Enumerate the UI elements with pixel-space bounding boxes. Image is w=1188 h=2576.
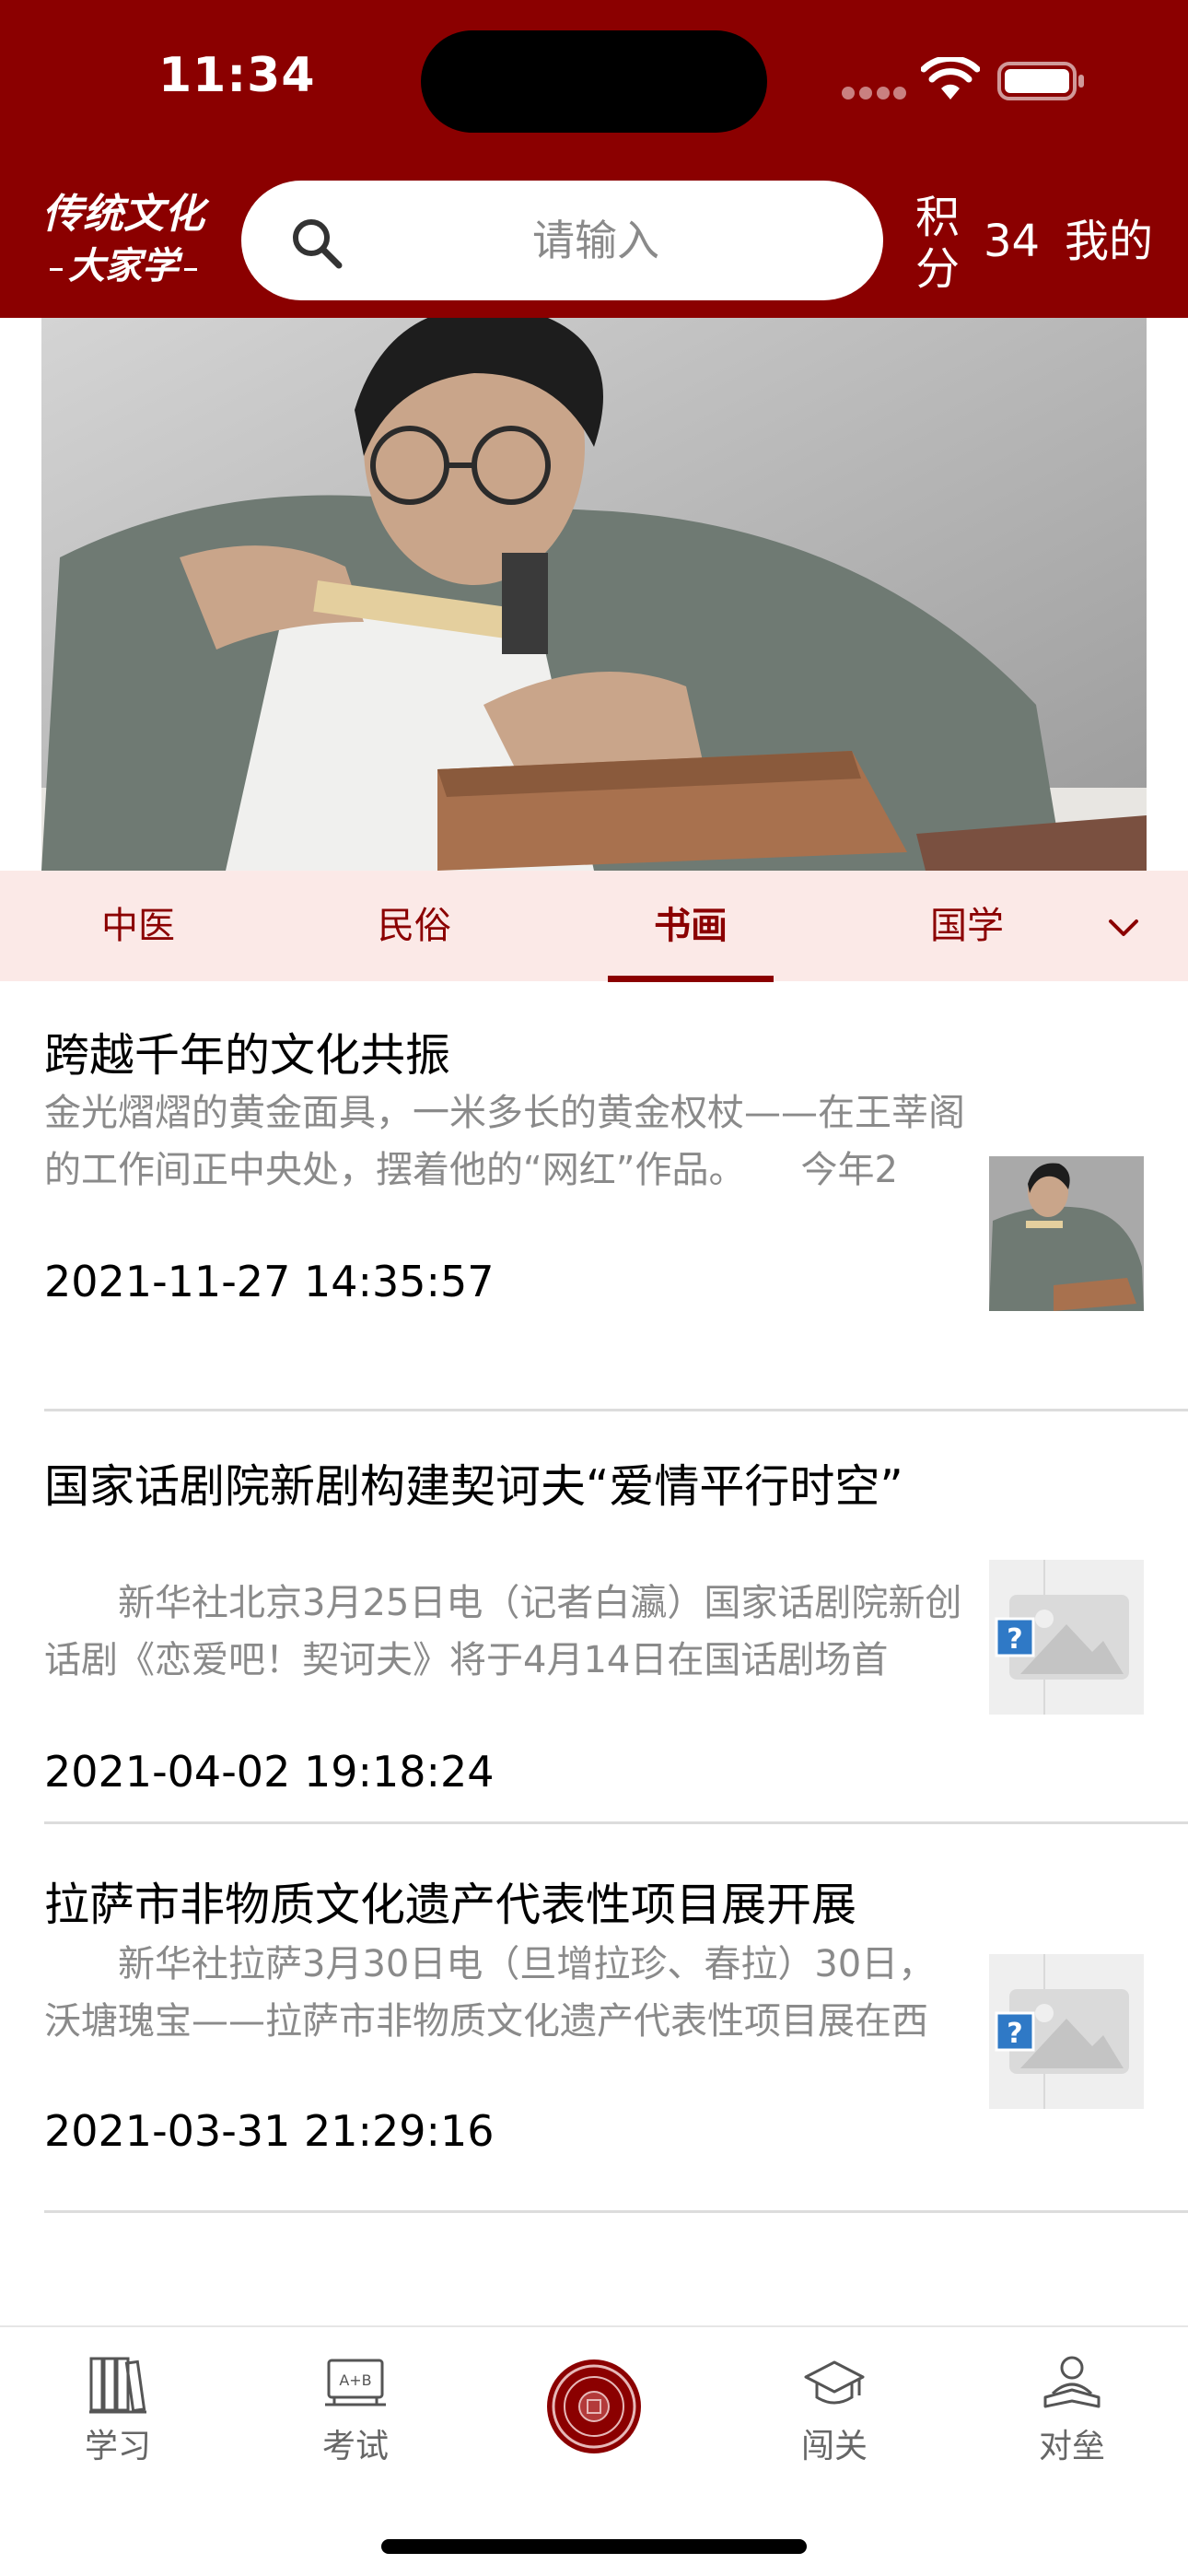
news-summary: 新华社拉萨3月30日电（旦增拉珍、春拉）30日，沃塘瑰宝——拉萨市非物质文化遗产… (44, 1943, 936, 2043)
status-time: 11:34 (158, 48, 316, 103)
logo-line2: 大家学 (31, 240, 215, 292)
broken-image-icon: ? (989, 1954, 1144, 2109)
svg-text:?: ? (1007, 2018, 1022, 2050)
tab-sinology[interactable]: 国学 (884, 871, 1050, 981)
news-date: 2021-03-31 21:29:16 (44, 2106, 495, 2156)
points-label: 积分 (914, 192, 960, 295)
search-icon (293, 219, 343, 269)
nav-label: 考试 (321, 2428, 389, 2465)
news-summary: 新华社北京3月25日电（记者白瀛）国家话剧院新创话剧《恋爱吧！契诃夫》将于4月1… (44, 1582, 962, 1681)
broken-image-icon: ? (989, 1560, 1144, 1715)
divider (44, 2210, 1188, 2213)
list-item[interactable]: 跨越千年的文化共振 金光熠熠的黄金面具，一米多长的黄金权杖——在王莘阁的工作间正… (44, 1027, 1188, 1423)
nav-study[interactable]: 学习 (44, 2327, 192, 2493)
banner-image[interactable] (41, 318, 1147, 871)
category-tabs: 中医 民俗 书画 国学 (0, 871, 1188, 982)
news-thumbnail (989, 1156, 1144, 1311)
nav-label: 闯关 (800, 2428, 868, 2465)
tab-folk[interactable]: 民俗 (332, 871, 497, 981)
emblem-icon[interactable] (547, 2359, 641, 2453)
app-header: 11:34 传统文化 大家学 积分 34 我的 (0, 0, 1188, 318)
news-date: 2021-11-27 14:35:57 (44, 1257, 495, 1306)
tab-calligraphy[interactable]: 书画 (608, 871, 774, 981)
mine-button[interactable]: 我的 (1065, 214, 1153, 269)
list-item[interactable]: 拉萨市非物质文化遗产代表性项目展开展 新华社拉萨3月30日电（旦增拉珍、春拉）3… (44, 1821, 1188, 2213)
books-icon (89, 2357, 146, 2414)
battery-icon (997, 62, 1084, 100)
list-item[interactable]: 国家话剧院新剧构建契诃夫“爱情平行时空” 新华社北京3月25日电（记者白瀛）国家… (44, 1401, 1188, 1825)
nav-exam[interactable]: A+B 考试 (282, 2327, 429, 2493)
active-tab-indicator (608, 976, 774, 982)
news-title: 跨越千年的文化共振 (44, 1029, 451, 1082)
nav-label: 学习 (84, 2428, 151, 2465)
news-title: 国家话剧院新剧构建契诃夫“爱情平行时空” (44, 1460, 903, 1513)
home-indicator[interactable] (381, 2539, 807, 2554)
nav-label: 对垒 (1038, 2428, 1105, 2465)
app-logo: 传统文化 大家学 (31, 189, 215, 299)
logo-line1: 传统文化 (42, 191, 204, 238)
news-date: 2021-04-02 19:18:24 (44, 1747, 495, 1797)
dynamic-island (421, 30, 767, 133)
exam-board-icon: A+B (325, 2359, 386, 2406)
cellular-signal-icon (842, 87, 906, 100)
points-value: 34 (984, 216, 1041, 267)
search-bar[interactable] (241, 181, 883, 300)
wifi-icon (921, 57, 980, 100)
craftsman-photo (41, 318, 1147, 871)
nav-challenge[interactable]: 闯关 (761, 2327, 908, 2493)
nav-battle[interactable]: 对垒 (998, 2327, 1146, 2493)
chevron-down-icon[interactable] (1101, 906, 1146, 950)
svg-text:?: ? (1007, 1623, 1022, 1656)
search-input[interactable] (361, 181, 831, 300)
reader-icon (1043, 2356, 1101, 2408)
tab-tcm[interactable]: 中医 (55, 871, 221, 981)
svg-text:A+B: A+B (339, 2371, 371, 2389)
news-title: 拉萨市非物质文化遗产代表性项目展开展 (44, 1879, 857, 1931)
graduation-cap-icon (804, 2360, 865, 2405)
news-summary: 金光熠熠的黄金面具，一米多长的黄金权杖——在王莘阁的工作间正中央处，摆着他的“网… (44, 1092, 965, 1191)
